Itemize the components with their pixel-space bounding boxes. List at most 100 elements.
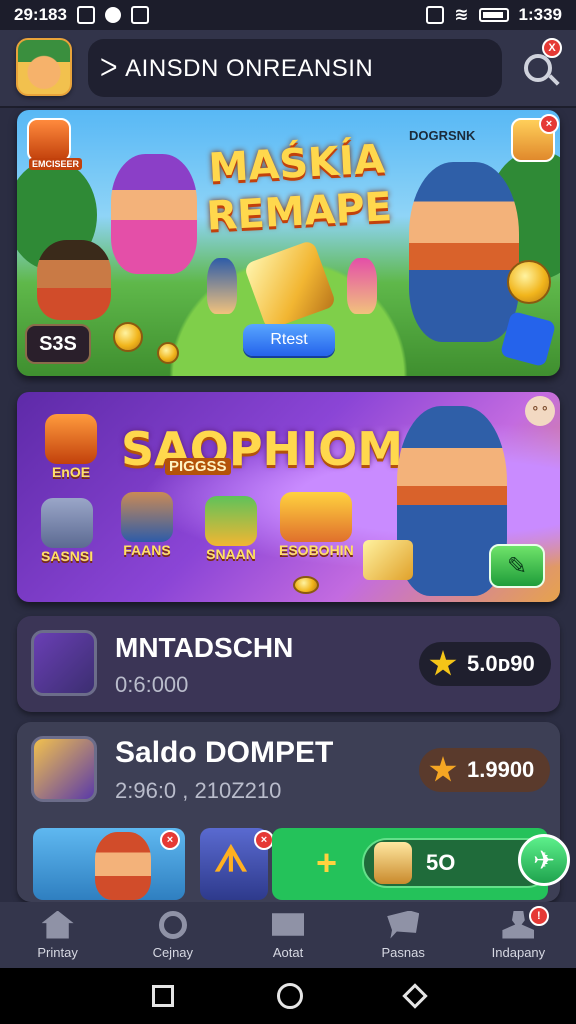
game-label: SNAAN <box>206 546 256 562</box>
coin-icon <box>157 342 179 364</box>
card-subtitle: 0:6:000 <box>115 672 189 697</box>
game-thumb-icon <box>205 496 257 546</box>
game-thumb-icon <box>45 414 97 464</box>
game-tile[interactable]: ESOBOHIN <box>279 492 354 558</box>
cube-icon <box>31 630 97 696</box>
banner-title: MAŚKÍA REMAPE <box>201 135 396 241</box>
nav-label: Aotat <box>272 944 304 960</box>
profile-badge-icon: ! <box>528 906 549 926</box>
gold-bar-icon <box>363 540 413 580</box>
search-icon <box>524 54 552 82</box>
card-title: MNTADSCHN <box>115 632 294 663</box>
character-small-2 <box>347 258 377 314</box>
nav-item-mail[interactable]: Aotat <box>230 902 345 968</box>
status-bar: 29:183 ≋ 1:339 <box>0 0 576 30</box>
search-icon-handle <box>548 74 560 86</box>
message-icon <box>387 910 420 939</box>
balance-pill[interactable]: 1.9900 <box>419 748 551 792</box>
promo-banner-1[interactable]: EMCISEER DOGRSNK × MAŚKÍA REMAPE S3S Rte… <box>17 110 560 376</box>
balance-value: 1.9900 <box>467 757 535 782</box>
coin-icon <box>507 260 551 304</box>
star-icon <box>429 650 457 676</box>
game-icon-left[interactable] <box>27 118 71 162</box>
right-tag: DOGRSNK <box>409 128 476 143</box>
points-value: 5.0ᴅ90 <box>467 651 535 676</box>
character-pink <box>111 154 197 274</box>
chat-bubble-icon[interactable]: ° ° <box>525 396 555 426</box>
game-thumb-icon <box>41 498 94 548</box>
action-button[interactable]: ✎ <box>489 544 545 588</box>
mini-tile-label: ᗑ <box>214 838 248 879</box>
game-label: EnOE <box>51 464 91 480</box>
circle-app-icon <box>104 7 121 23</box>
score-chip: S3S <box>25 324 91 364</box>
close-badge-icon[interactable]: × <box>160 830 180 850</box>
status-left: 29:183 <box>14 5 149 25</box>
left-tag: EMCISEER <box>29 158 83 170</box>
pickaxe-icon <box>499 310 557 368</box>
wallet-icon <box>31 736 97 802</box>
search-button[interactable]: X <box>518 38 562 90</box>
game-label: SASNSI <box>41 548 94 564</box>
wallet-label: 5O <box>426 850 456 875</box>
system-nav-bar <box>0 968 576 1024</box>
game-thumb-icon <box>121 492 173 542</box>
nav-label: Indapany <box>491 944 546 960</box>
balance-card[interactable]: MNTADSCHN 0:6:000 5.0ᴅ90 <box>17 616 560 712</box>
back-icon[interactable] <box>402 983 429 1009</box>
nav-item-search[interactable]: Cejnay <box>115 902 230 968</box>
avatar[interactable] <box>16 38 72 96</box>
card-subtitle: 2:96:0 , 210Z210 <box>115 778 282 803</box>
banner2-title: SAOPHIOM <box>121 422 404 476</box>
send-button[interactable]: ✈ <box>518 834 570 886</box>
nav-item-home[interactable]: Printay <box>0 902 115 968</box>
banner2-subtitle: PIGGSS <box>165 458 231 475</box>
chest-icon <box>374 842 412 884</box>
game-tile[interactable]: SNAAN <box>205 496 257 562</box>
character-mini <box>95 832 151 900</box>
status-right: ≋ 1:339 <box>426 5 562 25</box>
promo-banner-2[interactable]: SAOPHIOM PIGGSS ° ° EnOE SASNSI FAANS SN… <box>17 392 560 602</box>
search-input[interactable]: ᐳ AINSDN ONREANSIN <box>88 39 502 97</box>
reset-button[interactable]: Rtest <box>243 324 335 356</box>
coin-icon <box>293 576 319 594</box>
mail-icon <box>272 913 304 936</box>
points-pill[interactable]: 5.0ᴅ90 <box>419 642 551 686</box>
home-icon <box>41 910 74 939</box>
character-kid <box>37 240 111 320</box>
search-text: ᐳ AINSDN ONREANSIN <box>100 54 374 82</box>
nav-label: Cejnay <box>152 944 194 960</box>
treasure-icon <box>243 239 337 331</box>
close-badge-icon[interactable]: × <box>254 830 274 850</box>
coin-icon <box>113 322 143 352</box>
clock: 29:183 <box>14 5 67 24</box>
game-tile[interactable]: SASNSI <box>41 498 93 564</box>
clock-right: 1:339 <box>518 5 562 24</box>
star-icon <box>429 756 457 782</box>
battery-icon <box>478 8 509 22</box>
nav-label: Printay <box>37 944 78 960</box>
plus-icon[interactable]: + <box>316 842 337 884</box>
game-label: FAANS <box>123 542 171 558</box>
search-badge: X <box>542 38 562 58</box>
character-miner <box>409 162 519 342</box>
character-small-1 <box>207 258 237 314</box>
card-title: Saldo DOMPET <box>115 736 334 769</box>
vibrate-icon <box>426 6 445 24</box>
photo-icon <box>130 6 149 24</box>
game-tile[interactable]: FAANS <box>121 492 173 558</box>
close-badge-icon[interactable]: × <box>539 114 559 134</box>
banner-title-line2: REMAPE <box>205 184 394 240</box>
notification-icon <box>76 6 95 24</box>
bottom-nav: Printay Cejnay Aotat Pasnas Indapany ! <box>0 902 576 968</box>
game-label: ESOBOHIN <box>279 542 354 558</box>
app-bar: ᐳ AINSDN ONREANSIN X <box>0 30 576 108</box>
nav-item-messages[interactable]: Pasnas <box>346 902 461 968</box>
nav-item-profile[interactable]: Indapany ! <box>461 902 576 968</box>
recents-icon[interactable] <box>151 985 174 1007</box>
home-system-icon[interactable] <box>276 983 303 1009</box>
game-thumb-icon <box>280 492 353 542</box>
search-icon <box>158 910 187 939</box>
nav-label: Pasnas <box>381 944 425 960</box>
game-tile[interactable]: EnOE <box>45 414 97 480</box>
